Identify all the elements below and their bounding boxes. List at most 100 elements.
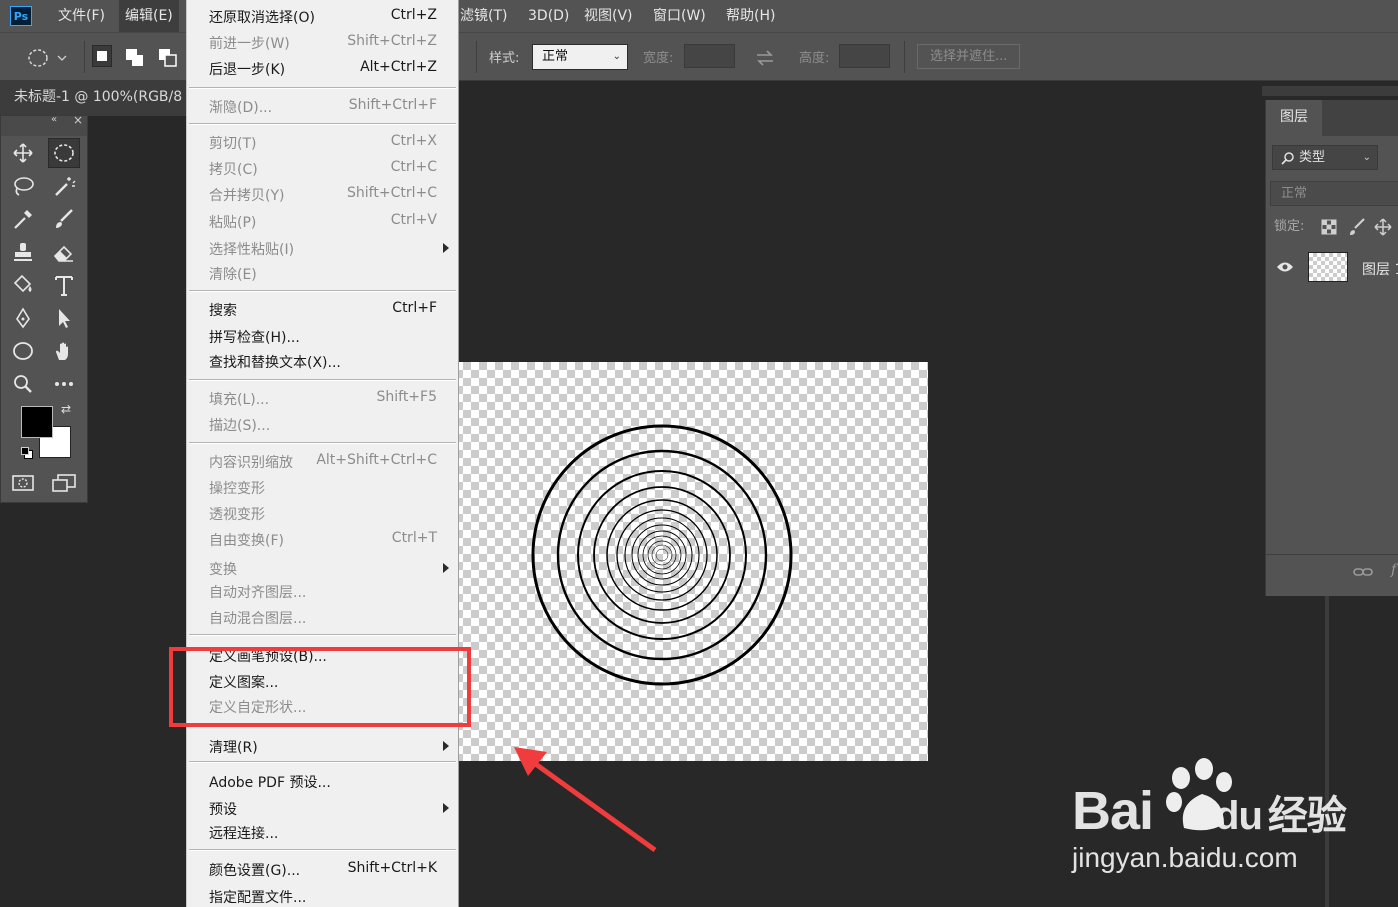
menu-item-fill[interactable]: 填充(L)... Shift+F5 <box>187 385 458 411</box>
menu-separator <box>189 442 456 444</box>
highlight-annotation-box <box>169 647 471 727</box>
eye-visibility-icon[interactable] <box>1276 260 1294 274</box>
menu-item-adobe-pdf-presets[interactable]: Adobe PDF 预设... <box>187 768 458 794</box>
eraser-tool-icon[interactable] <box>48 237 80 267</box>
document-tab[interactable]: 未标题-1 @ 100%(RGB/8 <box>0 80 186 116</box>
elliptical-marquee-preset-icon[interactable] <box>26 47 70 69</box>
menu-item-check-spelling[interactable]: 拼写检查(H)... <box>187 323 458 349</box>
collapse-icon[interactable]: « <box>51 114 57 125</box>
lock-transparent-pixels-icon[interactable] <box>1321 219 1337 235</box>
menu-separator <box>189 634 456 636</box>
menu-item-shortcut: Ctrl+C <box>390 159 437 175</box>
menu-item-fade[interactable]: 渐隐(D)... Shift+Ctrl+F <box>187 93 458 119</box>
menu-item-label: 拷贝(C) <box>209 162 258 178</box>
menu-help[interactable]: 帮助(H) <box>726 0 775 32</box>
toolbox-grip[interactable]: « × <box>1 113 87 136</box>
zoom-tool-icon[interactable] <box>7 369 39 399</box>
menu-item-step-forward[interactable]: 前进一步(W) Shift+Ctrl+Z <box>187 29 458 55</box>
move-tool-icon[interactable] <box>7 138 39 168</box>
select-and-mask-button[interactable]: 选择并遮住... <box>917 44 1021 69</box>
submenu-arrow-icon <box>443 243 449 253</box>
lock-position-icon[interactable] <box>1374 218 1392 236</box>
menu-filter[interactable]: 滤镜(T) <box>460 0 507 32</box>
menu-3d[interactable]: 3D(D) <box>528 0 569 32</box>
menu-item-label: 自动对齐图层... <box>209 585 307 601</box>
default-colors-icon[interactable] <box>21 447 33 459</box>
more-tools-icon[interactable] <box>48 369 80 399</box>
menu-item-presets[interactable]: 预设 <box>187 795 458 821</box>
elliptical-marquee-tool-icon[interactable] <box>48 138 80 168</box>
menu-item-search[interactable]: 搜索 Ctrl+F <box>187 296 458 322</box>
height-input[interactable] <box>839 44 890 68</box>
menu-item-clear[interactable]: 清除(E) <box>187 260 458 286</box>
menu-view[interactable]: 视图(V) <box>584 0 633 32</box>
lasso-tool-icon[interactable] <box>7 171 39 201</box>
menu-item-paste[interactable]: 粘贴(P) Ctrl+V <box>187 208 458 234</box>
menu-item-perspective-warp[interactable]: 透视变形 <box>187 500 458 526</box>
brush-tool-icon[interactable] <box>48 204 80 234</box>
menu-item-purge[interactable]: 清理(R) <box>187 733 458 759</box>
menu-item-content-aware-scale[interactable]: 内容识别缩放 Alt+Shift+Ctrl+C <box>187 448 458 474</box>
ellipse-tool-icon[interactable] <box>7 336 39 366</box>
add-to-selection-icon[interactable] <box>125 48 145 68</box>
menu-item-shortcut: Shift+F5 <box>376 389 437 405</box>
menu-item-shortcut: Alt+Ctrl+Z <box>360 59 437 75</box>
pen-tool-icon[interactable] <box>7 303 39 333</box>
menu-item-stroke[interactable]: 描边(S)... <box>187 411 458 437</box>
menu-item-step-backward[interactable]: 后退一步(K) Alt+Ctrl+Z <box>187 55 458 81</box>
menu-item-auto-blend-layers[interactable]: 自动混合图层... <box>187 604 458 630</box>
menu-edit[interactable]: 编辑(E) <box>119 0 179 32</box>
menu-item-label: 颜色设置(G)... <box>209 863 301 879</box>
stamp-tool-icon[interactable] <box>7 237 39 267</box>
subtract-from-selection-icon[interactable] <box>158 48 178 68</box>
red-arrow-annotation-icon <box>514 747 657 853</box>
link-layers-icon[interactable] <box>1353 565 1373 579</box>
hand-tool-icon[interactable] <box>48 336 80 366</box>
quick-mask-icon[interactable] <box>7 468 39 498</box>
menu-item-free-transform[interactable]: 自由变换(F) Ctrl+T <box>187 526 458 552</box>
swap-colors-icon[interactable]: ⇄ <box>61 402 71 416</box>
tab-layers[interactable]: 图层 <box>1266 100 1322 136</box>
menu-item-copy[interactable]: 拷贝(C) Ctrl+C <box>187 155 458 181</box>
layer-filter-select[interactable]: 类型 ⌄ <box>1272 145 1378 170</box>
menu-item-label: 剪切(T) <box>209 136 257 152</box>
menu-separator <box>189 849 456 851</box>
document-canvas[interactable] <box>455 362 928 761</box>
close-icon[interactable]: × <box>73 113 83 127</box>
menu-item-find-replace[interactable]: 查找和替换文本(X)... <box>187 348 458 374</box>
menu-window[interactable]: 窗口(W) <box>653 0 706 32</box>
menu-item-undo-deselect[interactable]: 还原取消选择(O) Ctrl+Z <box>187 3 458 29</box>
menu-item-remote-connections[interactable]: 远程连接... <box>187 819 458 845</box>
layer-thumbnail <box>1308 252 1348 282</box>
lock-image-pixels-icon[interactable] <box>1348 218 1366 236</box>
fx-icon[interactable]: f <box>1391 562 1396 578</box>
menu-item-assign-profile[interactable]: 指定配置文件... <box>187 883 458 907</box>
foreground-color-swatch[interactable] <box>21 406 53 438</box>
blend-mode-select[interactable]: 正常 <box>1270 181 1398 206</box>
menu-file[interactable]: 文件(F) <box>58 0 105 32</box>
menu-item-copy-merged[interactable]: 合并拷贝(Y) Shift+Ctrl+C <box>187 181 458 207</box>
style-select[interactable]: 正常 ⌄ <box>532 44 628 70</box>
menu-item-auto-align-layers[interactable]: 自动对齐图层... <box>187 578 458 604</box>
new-selection-icon[interactable] <box>92 45 112 67</box>
menu-item-label: Adobe PDF 预设... <box>209 775 331 791</box>
width-input[interactable] <box>684 44 735 68</box>
swap-width-height-icon[interactable] <box>754 49 776 67</box>
menu-item-puppet-warp[interactable]: 操控变形 <box>187 474 458 500</box>
panel-dock-strip <box>1262 86 1398 96</box>
eyedropper-tool-icon[interactable] <box>7 204 39 234</box>
layer-row[interactable]: 图层 1 <box>1266 248 1398 288</box>
layers-tab-bar: 图层 <box>1266 100 1398 136</box>
menu-item-label: 填充(L)... <box>209 392 270 408</box>
path-selection-tool-icon[interactable] <box>48 303 80 333</box>
submenu-arrow-icon <box>443 803 449 813</box>
screen-mode-icon[interactable] <box>48 468 80 498</box>
menu-item-color-settings[interactable]: 颜色设置(G)... Shift+Ctrl+K <box>187 856 458 882</box>
layer-name[interactable]: 图层 1 <box>1362 259 1398 279</box>
paint-bucket-tool-icon[interactable] <box>7 270 39 300</box>
edit-menu-dropdown: 还原取消选择(O) Ctrl+Z 前进一步(W) Shift+Ctrl+Z 后退… <box>186 0 459 907</box>
type-tool-icon[interactable] <box>48 270 80 300</box>
menu-item-cut[interactable]: 剪切(T) Ctrl+X <box>187 129 458 155</box>
menu-item-paste-special[interactable]: 选择性粘贴(I) <box>187 235 458 261</box>
magic-wand-tool-icon[interactable] <box>48 171 80 201</box>
